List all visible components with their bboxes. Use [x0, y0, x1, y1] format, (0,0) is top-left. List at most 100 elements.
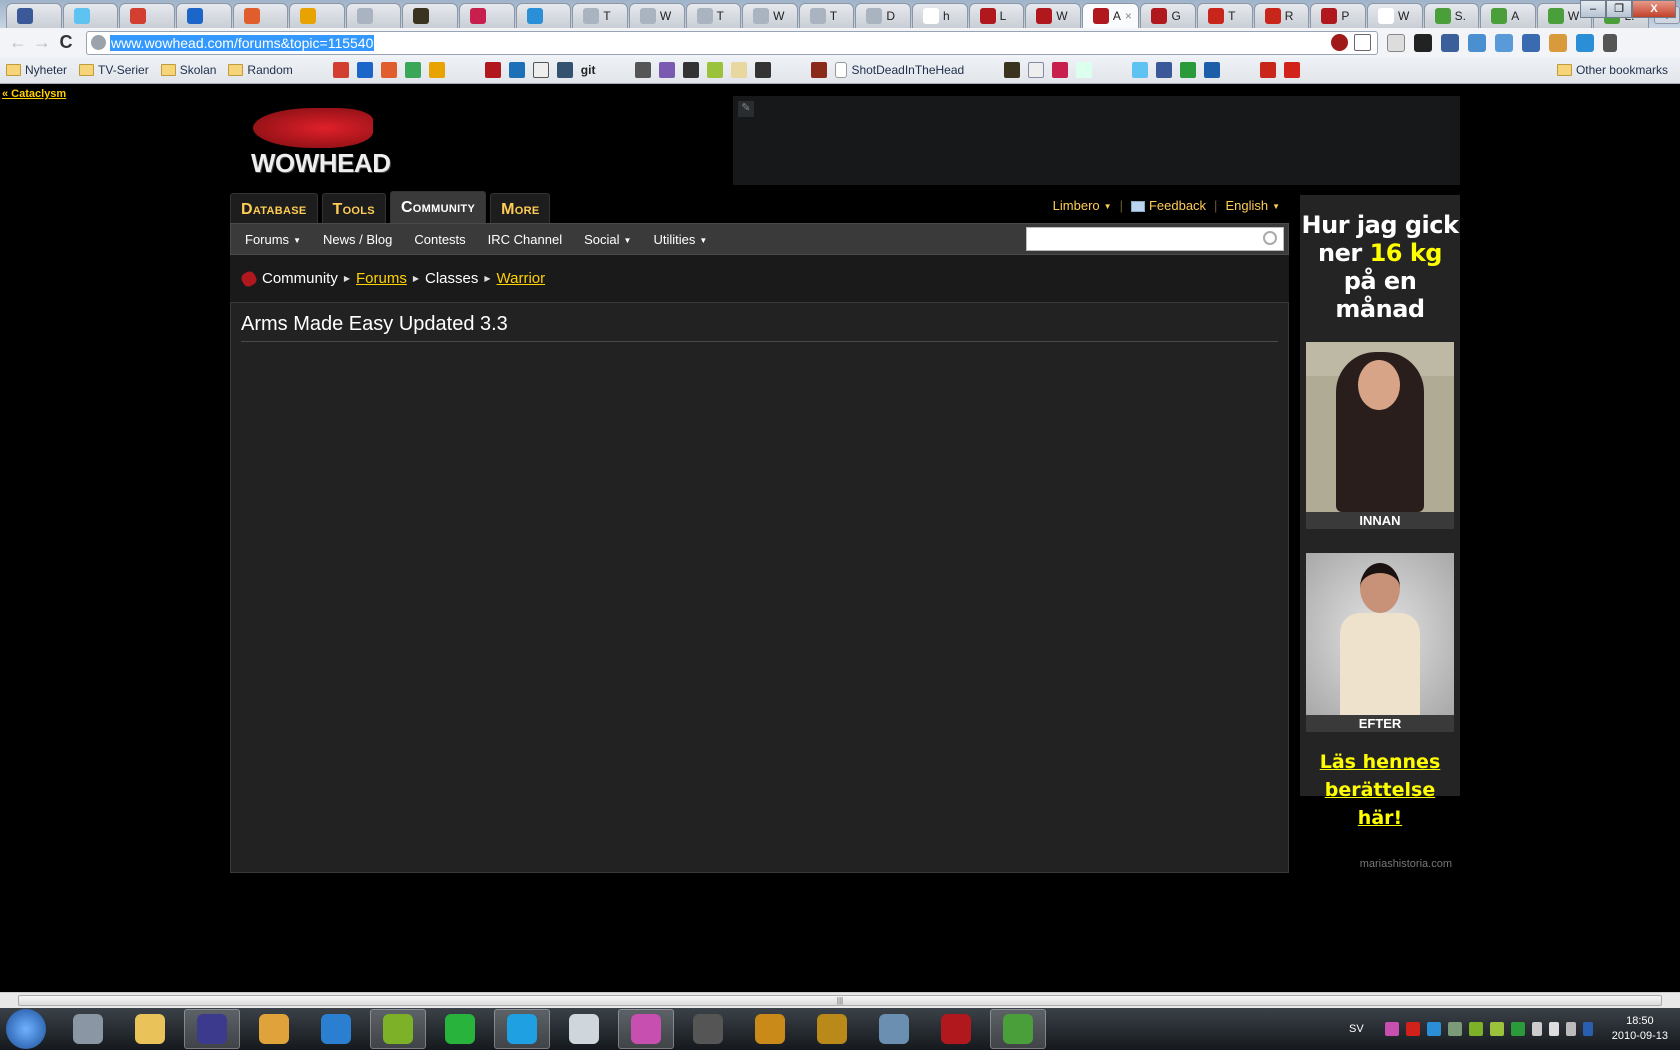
- download-extension-icon[interactable]: [1522, 33, 1540, 52]
- star-icon[interactable]: [1354, 34, 1371, 51]
- browser-tab[interactable]: T: [798, 3, 855, 28]
- tray-app-icon[interactable]: [1447, 1022, 1462, 1036]
- amazon-extension-icon[interactable]: [1414, 33, 1432, 52]
- tab-more[interactable]: More: [490, 193, 551, 223]
- search-input[interactable]: [1026, 227, 1284, 251]
- reload-button[interactable]: C: [54, 32, 78, 53]
- clock-bookmark-icon[interactable]: [707, 62, 724, 78]
- bookmark-folder-random[interactable]: Random: [228, 63, 293, 77]
- scrollbar-thumb[interactable]: |||: [18, 995, 1662, 1006]
- subnav-news-blog[interactable]: News / Blog: [323, 232, 392, 247]
- browser-tab[interactable]: T: [572, 3, 628, 28]
- browser-tab[interactable]: [62, 3, 119, 28]
- ati-icon[interactable]: [1405, 1022, 1420, 1036]
- dollar-bookmark-icon[interactable]: [1260, 62, 1277, 78]
- browser-tab[interactable]: W: [1366, 3, 1423, 28]
- utorrent-tray-icon[interactable]: [1510, 1022, 1525, 1036]
- maximize-button[interactable]: ❐: [1606, 0, 1632, 18]
- instapaper-bookmark-icon[interactable]: [532, 62, 549, 78]
- close-tab-icon[interactable]: ×: [1125, 9, 1132, 23]
- taskbar-skype[interactable]: [494, 1009, 550, 1049]
- rss-bookmark-icon[interactable]: [1076, 62, 1093, 78]
- wrench-icon[interactable]: [1603, 33, 1617, 52]
- bluetooth-icon[interactable]: [1582, 1022, 1593, 1036]
- browser-tab[interactable]: [515, 3, 572, 28]
- horizontal-scrollbar[interactable]: |||: [0, 992, 1680, 1008]
- taskbar-explorer[interactable]: [122, 1009, 178, 1049]
- tab-database[interactable]: Database: [230, 193, 318, 223]
- close-window-button[interactable]: X: [1632, 0, 1676, 18]
- top-ad-banner[interactable]: ✎: [733, 96, 1460, 185]
- browser-tab[interactable]: W: [628, 3, 685, 28]
- tumblr-red-bookmark-icon[interactable]: [811, 62, 828, 78]
- mail-extension-icon[interactable]: [1441, 33, 1459, 52]
- bookmark-shotdeadinthehead[interactable]: ShotDeadInTheHead: [835, 62, 964, 78]
- xkcd-bookmark-icon[interactable]: [683, 62, 700, 78]
- taskbar-eclipse[interactable]: [184, 1009, 240, 1049]
- user-menu[interactable]: Limbero ▼: [1053, 198, 1112, 213]
- address-bar[interactable]: www.wowhead.com/forums&topic=115540: [86, 30, 1378, 55]
- forward-button[interactable]: →: [30, 32, 54, 53]
- comic2-bookmark-icon[interactable]: [755, 62, 772, 78]
- tab-community[interactable]: Community: [389, 191, 487, 223]
- side-ad[interactable]: Hur jag gick ner 16 kg på en månad INNAN…: [1300, 195, 1460, 870]
- wowhead-bookmark-icon[interactable]: [484, 62, 501, 78]
- browser-tab[interactable]: [402, 3, 458, 28]
- browser-tab[interactable]: W: [742, 3, 798, 28]
- wowhead-logo[interactable]: WOWHEAD: [233, 104, 393, 178]
- subnav-social[interactable]: Social ▼: [584, 232, 631, 247]
- url-text[interactable]: www.wowhead.com/forums&topic=115540: [110, 34, 375, 51]
- taskbar-spotify[interactable]: [370, 1009, 426, 1049]
- volume-icon[interactable]: [1531, 1022, 1542, 1036]
- lh-bookmark-icon[interactable]: [1004, 62, 1021, 78]
- tray-app-icon[interactable]: [1384, 1022, 1399, 1036]
- dropbox-icon[interactable]: [1426, 1022, 1441, 1036]
- instapaper-extension-icon[interactable]: [1387, 33, 1405, 52]
- bnet-bookmark-icon[interactable]: [508, 62, 525, 78]
- taskbar-wowhead[interactable]: [928, 1009, 984, 1049]
- wave-bookmark-icon[interactable]: [428, 62, 445, 78]
- clock[interactable]: 18:50 2010-09-13: [1612, 1014, 1668, 1044]
- bookmark-folder-tv-serier[interactable]: TV-Serier: [79, 63, 149, 77]
- tumblr-bookmark-icon[interactable]: [556, 62, 573, 78]
- browser-tab[interactable]: [6, 3, 62, 28]
- language-indicator[interactable]: SV: [1349, 1023, 1364, 1035]
- browser-tab[interactable]: [232, 3, 289, 28]
- taskbar-winamp-like[interactable]: [618, 1009, 674, 1049]
- browser-tab[interactable]: T: [685, 3, 742, 28]
- ad-cta-link[interactable]: Läs hennes berättelse här!: [1300, 748, 1460, 832]
- language-menu[interactable]: English ▼: [1225, 198, 1280, 213]
- browser-tab[interactable]: h: [912, 3, 968, 28]
- browser-tab[interactable]: [459, 3, 515, 28]
- browser-tab[interactable]: G: [1140, 3, 1197, 28]
- taskbar-recycle-bin[interactable]: [60, 1009, 116, 1049]
- taskbar-itunes[interactable]: [308, 1009, 364, 1049]
- browser-tab[interactable]: [119, 3, 175, 28]
- browser-tab[interactable]: A ×: [1081, 3, 1140, 28]
- wrench-icon[interactable]: ✎: [738, 101, 754, 117]
- bookmark-folder-skolan[interactable]: Skolan: [160, 63, 216, 77]
- network-icon[interactable]: [1565, 1022, 1576, 1036]
- google-bookmark-icon[interactable]: [404, 62, 421, 78]
- g-bookmark-icon[interactable]: [1028, 62, 1045, 78]
- box-extension-icon[interactable]: [1549, 33, 1567, 52]
- other-bookmarks[interactable]: Other bookmarks: [1556, 63, 1668, 77]
- utorrent-bookmark-icon[interactable]: [1180, 62, 1197, 78]
- feedback-link[interactable]: Feedback: [1130, 198, 1206, 213]
- taskbar-guild-wars-2[interactable]: [742, 1009, 798, 1049]
- taskbar-world-of-warcraft[interactable]: [804, 1009, 860, 1049]
- browser-tab[interactable]: R: [1253, 3, 1310, 28]
- browser-tab[interactable]: D: [855, 3, 911, 28]
- taskbar-chrome[interactable]: [990, 1009, 1046, 1049]
- check-tray-icon[interactable]: [1489, 1022, 1504, 1036]
- git-bookmark[interactable]: git: [581, 63, 596, 77]
- browser-tab[interactable]: [175, 3, 232, 28]
- cataclysm-link[interactable]: « Cataclysm: [2, 88, 66, 100]
- taskbar-headset[interactable]: [556, 1009, 612, 1049]
- browser-tab[interactable]: [289, 3, 345, 28]
- facebook-bookmark-icon[interactable]: [1156, 62, 1173, 78]
- subnav-contests[interactable]: Contests: [414, 232, 465, 247]
- taskbar-arrow[interactable]: [432, 1009, 488, 1049]
- browser-tab[interactable]: L: [968, 3, 1025, 28]
- minimize-button[interactable]: –: [1580, 0, 1606, 18]
